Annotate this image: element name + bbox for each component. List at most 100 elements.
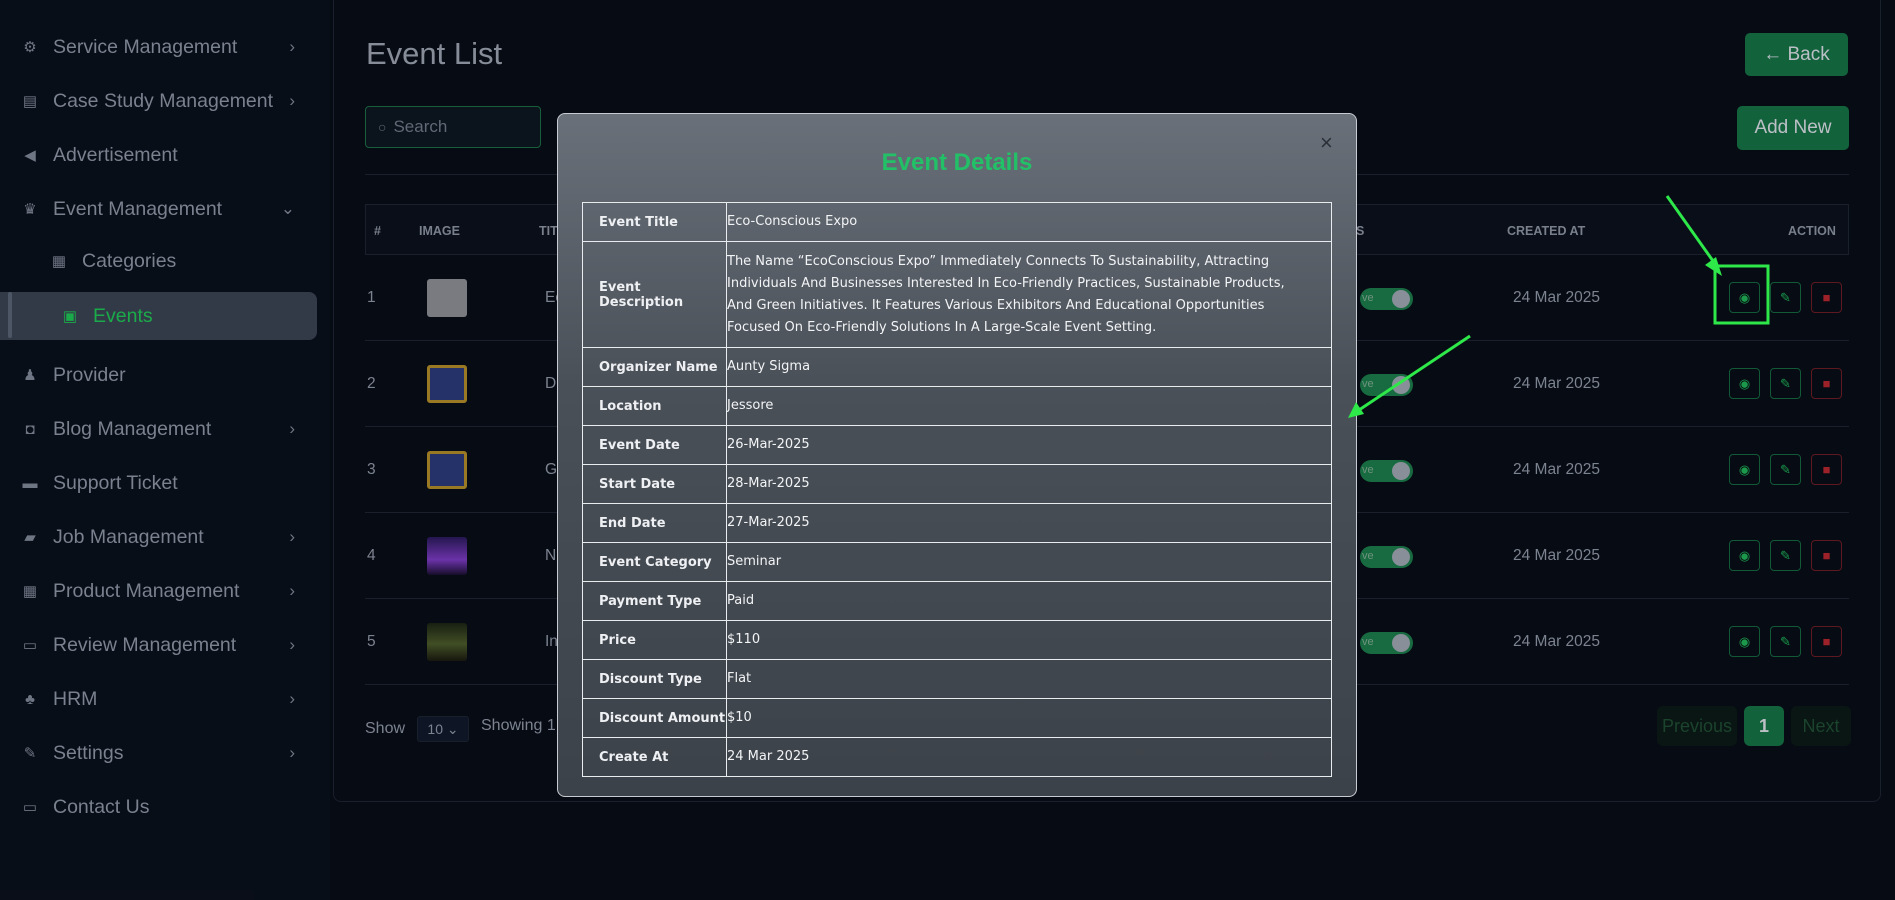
view-button[interactable]: ◉ [1729,368,1760,399]
sidebar-item-contact-us[interactable]: ▭ Contact Us [0,783,317,831]
sidebar-item-job-management[interactable]: ▰ Job Management › [0,513,317,561]
event-details-table: Event Title Eco-Conscious Expo Event Desc… [582,202,1332,777]
delete-button[interactable]: ■ [1811,454,1842,485]
sidebar-item-review-management[interactable]: ▭ Review Management › [0,621,317,669]
sidebar-item-hrm[interactable]: ♣ HRM › [0,675,317,723]
delete-button[interactable]: ■ [1811,282,1842,313]
event-thumbnail [427,537,467,575]
sidebar-item-settings[interactable]: ✎ Settings › [0,729,317,777]
sidebar-item-label: Review Management [53,633,237,656]
col-image: IMAGE [419,224,460,238]
previous-page-button[interactable]: Previous [1657,706,1737,746]
sidebar-item-case-study-management[interactable]: ▤ Case Study Management › [0,77,317,125]
row-number: 5 [367,633,376,650]
trash-icon: ■ [1822,462,1831,477]
event-thumbnail [427,365,467,403]
eye-icon: ◉ [1738,375,1751,391]
detail-key: Event Title [582,202,727,242]
chevron-down-icon: ⌄ [280,199,295,218]
status-toggle[interactable]: ve [1360,632,1413,654]
next-page-button[interactable]: Next [1791,706,1851,746]
view-button[interactable]: ◉ [1729,282,1760,313]
row-created-at: 24 Mar 2025 [1513,633,1601,650]
view-button[interactable]: ◉ [1729,540,1760,571]
page-size-select[interactable]: 10 ⌄ [417,716,470,742]
sidebar: ⚙ Service Management › ▤ Case Study Mana… [0,0,330,900]
status-toggle[interactable]: ve [1360,546,1413,568]
add-new-button[interactable]: Add New [1737,106,1849,150]
user-icon: ♟ [23,367,37,384]
detail-value: $110 [726,620,1332,660]
trophy-icon: ♛ [23,201,37,218]
sidebar-item-product-management[interactable]: ▦ Product Management › [0,567,317,615]
status-toggle[interactable]: ve [1360,374,1413,396]
search-input[interactable]: ○ Search [365,106,541,148]
apps-icon: ▦ [22,583,38,600]
delete-button[interactable]: ■ [1811,626,1842,657]
row-number: 3 [367,461,376,478]
sidebar-item-support-ticket[interactable]: ▬ Support Ticket [0,459,317,507]
close-icon[interactable]: × [1320,130,1333,156]
wrench-icon: ✎ [23,745,37,762]
detail-key: Start Date [582,464,727,504]
sidebar-item-label: Blog Management [53,417,212,440]
edit-button[interactable]: ✎ [1770,454,1801,485]
page-size-value: 10 [427,721,443,737]
edit-button[interactable]: ✎ [1770,368,1801,399]
view-button[interactable]: ◉ [1729,626,1760,657]
edit-button[interactable]: ✎ [1770,282,1801,313]
sidebar-item-label: Categories [82,249,177,272]
ticket-icon: ▬ [22,474,38,492]
detail-key: End Date [582,503,727,543]
trash-icon: ■ [1822,634,1831,649]
delete-button[interactable]: ■ [1811,540,1842,571]
active-indicator [8,292,12,338]
detail-row: Price $110 [582,620,1332,660]
search-icon: ○ [378,119,387,135]
chevron-right-icon: › [289,419,295,438]
trash-icon: ■ [1822,290,1831,305]
sidebar-item-events[interactable]: ▣ Events [0,292,317,340]
col-status: S [1356,224,1365,238]
detail-row: Event Title Eco-Conscious Expo [582,202,1332,242]
megaphone-icon: ◀ [24,147,36,164]
pagination: Previous 1 Next [1657,706,1851,746]
showing-text: Showing 1 t [481,717,565,734]
page-size-control: Show 10 ⌄ [365,716,470,742]
delete-button[interactable]: ■ [1811,368,1842,399]
row-created-at: 24 Mar 2025 [1513,289,1601,306]
chevron-right-icon: › [289,581,295,600]
event-thumbnail [427,623,467,661]
chevron-right-icon: › [289,635,295,654]
pencil-icon: ✎ [1780,547,1791,563]
back-button[interactable]: ← Back [1745,33,1848,76]
sidebar-item-service-management[interactable]: ⚙ Service Management › [0,23,317,71]
row-created-at: 24 Mar 2025 [1513,461,1601,478]
row-number: 2 [367,375,376,392]
view-button[interactable]: ◉ [1729,454,1760,485]
trash-icon: ■ [1822,548,1831,563]
sidebar-item-categories[interactable]: ▦ Categories [0,237,317,285]
row-created-at: 24 Mar 2025 [1513,375,1601,392]
detail-row: Discount Amount $10 [582,698,1332,738]
pencil-icon: ✎ [1780,289,1791,305]
sidebar-item-event-management[interactable]: ♛ Event Management ⌄ [0,185,317,233]
edit-button[interactable]: ✎ [1770,626,1801,657]
eye-icon: ◉ [1738,289,1751,305]
detail-value: $10 [726,698,1332,738]
status-toggle[interactable]: ve [1360,460,1413,482]
sidebar-item-advertisement[interactable]: ◀ Advertisement [0,131,317,179]
detail-row: Discount Type Flat [582,659,1332,699]
page-1-button[interactable]: 1 [1744,706,1784,746]
pencil-icon: ✎ [1780,375,1791,391]
sidebar-item-blog-management[interactable]: ◘ Blog Management › [0,405,317,453]
detail-key: Discount Amount [582,698,727,738]
edit-button[interactable]: ✎ [1770,540,1801,571]
sidebar-item-provider[interactable]: ♟ Provider [0,351,317,399]
row-number: 1 [367,289,376,306]
status-toggle[interactable]: ve [1360,288,1413,310]
show-label: Show [365,720,406,737]
chevron-right-icon: › [289,527,295,546]
sidebar-item-label: Service Management [53,35,238,58]
detail-value: 26-Mar-2025 [726,425,1332,465]
